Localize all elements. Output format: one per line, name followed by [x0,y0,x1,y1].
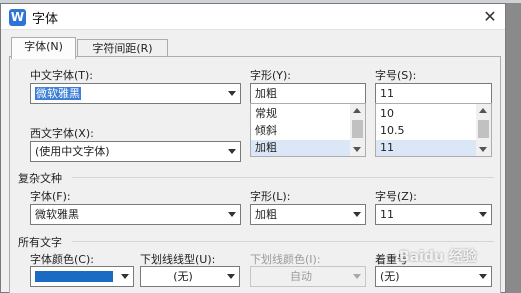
underline-color-select: 自动 [250,266,366,287]
chevron-down-icon[interactable] [479,274,487,279]
tab-font[interactable]: 字体(N) [11,37,76,59]
scroll-down-icon[interactable] [479,147,487,152]
section-divider [72,177,494,178]
complex-style-value: 加粗 [255,208,277,221]
style-input[interactable]: 加粗 [250,83,366,104]
list-item[interactable]: 倾斜 [251,123,351,139]
scroll-up-icon[interactable] [353,108,361,113]
chevron-down-icon[interactable] [353,212,361,217]
underline-style-label: 下划线线型(U): [140,253,216,266]
list-item[interactable]: 10.5 [376,123,477,139]
style-label: 字形(Y): [250,69,292,82]
chevron-down-icon[interactable] [228,91,236,96]
list-item-selected[interactable]: 加粗 [251,140,351,156]
list-item[interactable]: 10 [376,106,477,122]
watermark: Baidu 经验 [399,249,477,265]
complex-style-select[interactable]: 加粗 [250,204,366,225]
chevron-down-icon[interactable] [228,149,236,154]
chevron-down-icon[interactable] [479,212,487,217]
emphasis-value: (无) [380,270,400,283]
scroll-thumb[interactable] [478,120,489,138]
underline-style-select[interactable]: (无) [140,266,240,287]
western-font-value: (使用中文字体) [35,145,110,158]
chinese-font-label: 中文字体(T): [30,69,94,82]
complex-size-value: 11 [380,208,394,221]
size-input[interactable]: 11 [375,83,492,104]
chinese-font-value: 微软雅黑 [35,87,81,100]
complex-font-label: 字体(F): [30,190,71,203]
complex-size-select[interactable]: 11 [375,204,492,225]
emphasis-select[interactable]: (无) [375,266,492,287]
chevron-down-icon[interactable] [228,212,236,217]
western-font-select[interactable]: (使用中文字体) [30,141,241,162]
scroll-up-icon[interactable] [479,108,487,113]
font-color-picker[interactable] [30,266,134,287]
underline-color-value: 自动 [290,270,312,283]
chevron-down-icon[interactable] [227,274,235,279]
style-list[interactable]: 常规 倾斜 加粗 [250,103,366,157]
underline-style-value: (无) [173,270,193,283]
complex-font-value: 微软雅黑 [35,208,79,221]
underline-color-label: 下划线颜色(I): [250,253,321,266]
section-divider [72,241,494,242]
style-list-scrollbar[interactable] [350,104,365,156]
color-swatch [35,271,113,282]
wps-app-icon: W [9,9,26,26]
scroll-down-icon[interactable] [353,147,361,152]
list-item-selected[interactable]: 11 [376,140,477,156]
size-list-scrollbar[interactable] [476,104,491,156]
font-color-label: 字体颜色(C): [30,253,94,266]
complex-size-label: 字号(Z): [375,190,417,203]
chinese-font-select[interactable]: 微软雅黑 [30,83,241,104]
size-list[interactable]: 10 10.5 11 [375,103,492,157]
close-icon[interactable]: ✕ [481,8,499,26]
all-text-section-heading: 所有文字 [18,236,62,249]
chevron-down-icon [353,274,361,279]
complex-section-heading: 复杂文种 [18,172,62,185]
chevron-down-icon[interactable] [121,274,129,279]
scroll-thumb[interactable] [352,120,363,138]
background-edge-right [506,3,521,293]
list-item[interactable]: 常规 [251,106,351,122]
complex-font-select[interactable]: 微软雅黑 [30,204,241,225]
size-label: 字号(S): [375,69,417,82]
dialog-title: 字体 [32,12,59,27]
western-font-label: 西文字体(X): [30,127,94,140]
complex-style-label: 字形(L): [250,190,291,203]
title-bar[interactable]: W 字体 ✕ [1,4,505,30]
